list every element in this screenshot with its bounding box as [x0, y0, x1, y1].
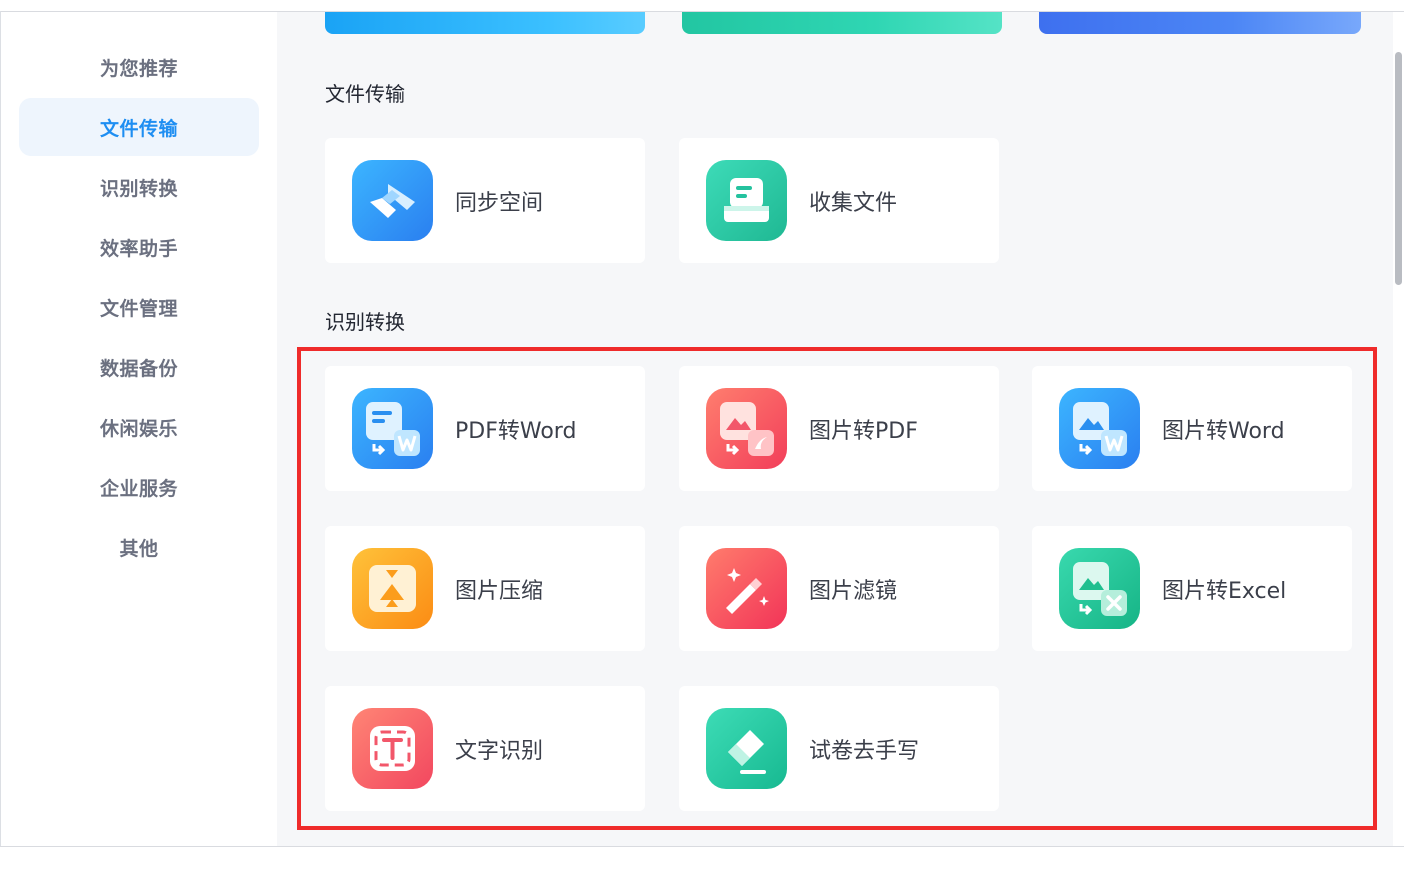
text-recognition-icon — [352, 708, 433, 789]
card-remove-handwriting[interactable]: 试卷去手写 — [679, 686, 999, 811]
sidebar-item-entertainment[interactable]: 休闲娱乐 — [19, 398, 259, 456]
card-image-to-word[interactable]: 图片转Word — [1032, 366, 1352, 491]
sidebar: 为您推荐 文件传输 识别转换 效率助手 文件管理 数据备份 休闲娱乐 企业服务 … — [1, 12, 277, 846]
card-collect-files[interactable]: 收集文件 — [679, 138, 999, 263]
card-image-compress[interactable]: 图片压缩 — [325, 526, 645, 651]
card-label: 收集文件 — [809, 190, 898, 216]
scrollbar-thumb[interactable] — [1395, 52, 1402, 285]
sync-space-icon — [352, 160, 433, 241]
sidebar-item-other[interactable]: 其他 — [19, 518, 259, 576]
card-label: 图片转Excel — [1162, 578, 1287, 604]
sidebar-item-file-transfer[interactable]: 文件传输 — [19, 98, 259, 156]
sidebar-item-recognition[interactable]: 识别转换 — [19, 158, 259, 216]
card-label: 图片转Word — [1162, 418, 1285, 444]
image-compress-icon — [352, 548, 433, 629]
sidebar-item-backup[interactable]: 数据备份 — [19, 338, 259, 396]
sidebar-item-enterprise[interactable]: 企业服务 — [19, 458, 259, 516]
card-image-filter[interactable]: 图片滤镜 — [679, 526, 999, 651]
image-to-pdf-icon — [706, 388, 787, 469]
window-bottom-border — [0, 846, 1404, 847]
card-pdf-to-word[interactable]: PDF转Word — [325, 366, 645, 491]
banner-blue[interactable] — [325, 12, 645, 34]
card-label: 文字识别 — [455, 738, 544, 764]
image-to-word-icon — [1059, 388, 1140, 469]
sidebar-item-efficiency[interactable]: 效率助手 — [19, 218, 259, 276]
section-title-recognition: 识别转换 — [325, 310, 405, 334]
sidebar-item-file-management[interactable]: 文件管理 — [19, 278, 259, 336]
card-label: PDF转Word — [455, 418, 577, 444]
section-title-file-transfer: 文件传输 — [325, 82, 405, 106]
card-label: 试卷去手写 — [809, 738, 920, 764]
sidebar-item-recommended[interactable]: 为您推荐 — [19, 38, 259, 96]
image-to-excel-icon — [1059, 548, 1140, 629]
card-image-to-excel[interactable]: 图片转Excel — [1032, 526, 1352, 651]
remove-handwriting-icon — [706, 708, 787, 789]
card-label: 图片转PDF — [809, 418, 918, 444]
card-sync-space[interactable]: 同步空间 — [325, 138, 645, 263]
card-label: 图片压缩 — [455, 578, 544, 604]
pdf-to-word-icon — [352, 388, 433, 469]
main-content: 文件传输 同步空间 收集文件 识别转换 PDF转Word 图片转PDF 图片转W… — [277, 12, 1393, 846]
banner-indigo[interactable] — [1039, 12, 1361, 34]
image-filter-icon — [706, 548, 787, 629]
card-text-recognition[interactable]: 文字识别 — [325, 686, 645, 811]
card-label: 同步空间 — [455, 190, 544, 216]
card-image-to-pdf[interactable]: 图片转PDF — [679, 366, 999, 491]
collect-files-icon — [706, 160, 787, 241]
vertical-scrollbar[interactable] — [1393, 12, 1404, 846]
card-label: 图片滤镜 — [809, 578, 898, 604]
banner-green[interactable] — [682, 12, 1002, 34]
